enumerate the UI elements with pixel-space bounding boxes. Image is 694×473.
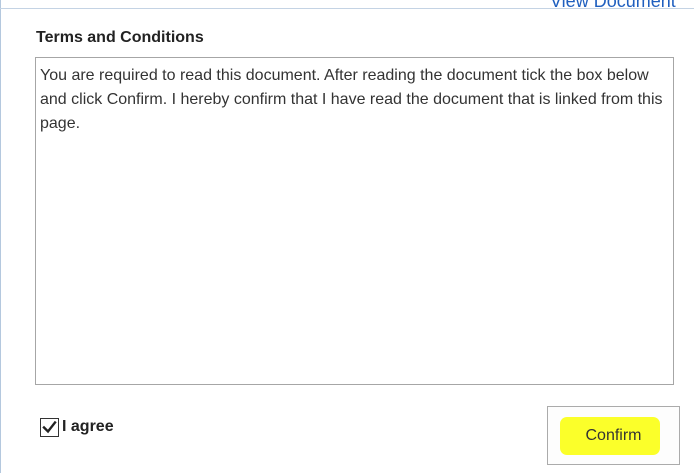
agree-checkbox-row[interactable]: I agree <box>40 416 114 438</box>
checkmark-icon <box>42 420 57 433</box>
terms-panel: View Document Terms and Conditions You a… <box>0 0 694 473</box>
view-document-link[interactable]: View Document <box>550 0 676 12</box>
confirm-button[interactable]: Confirm <box>547 406 680 465</box>
terms-heading: Terms and Conditions <box>36 29 204 46</box>
agree-checkbox[interactable] <box>40 417 59 437</box>
agree-label: I agree <box>62 418 114 435</box>
confirm-label: Confirm <box>585 426 642 444</box>
terms-textbox[interactable]: You are required to read this document. … <box>35 57 674 385</box>
panel-left-border <box>0 0 1 473</box>
